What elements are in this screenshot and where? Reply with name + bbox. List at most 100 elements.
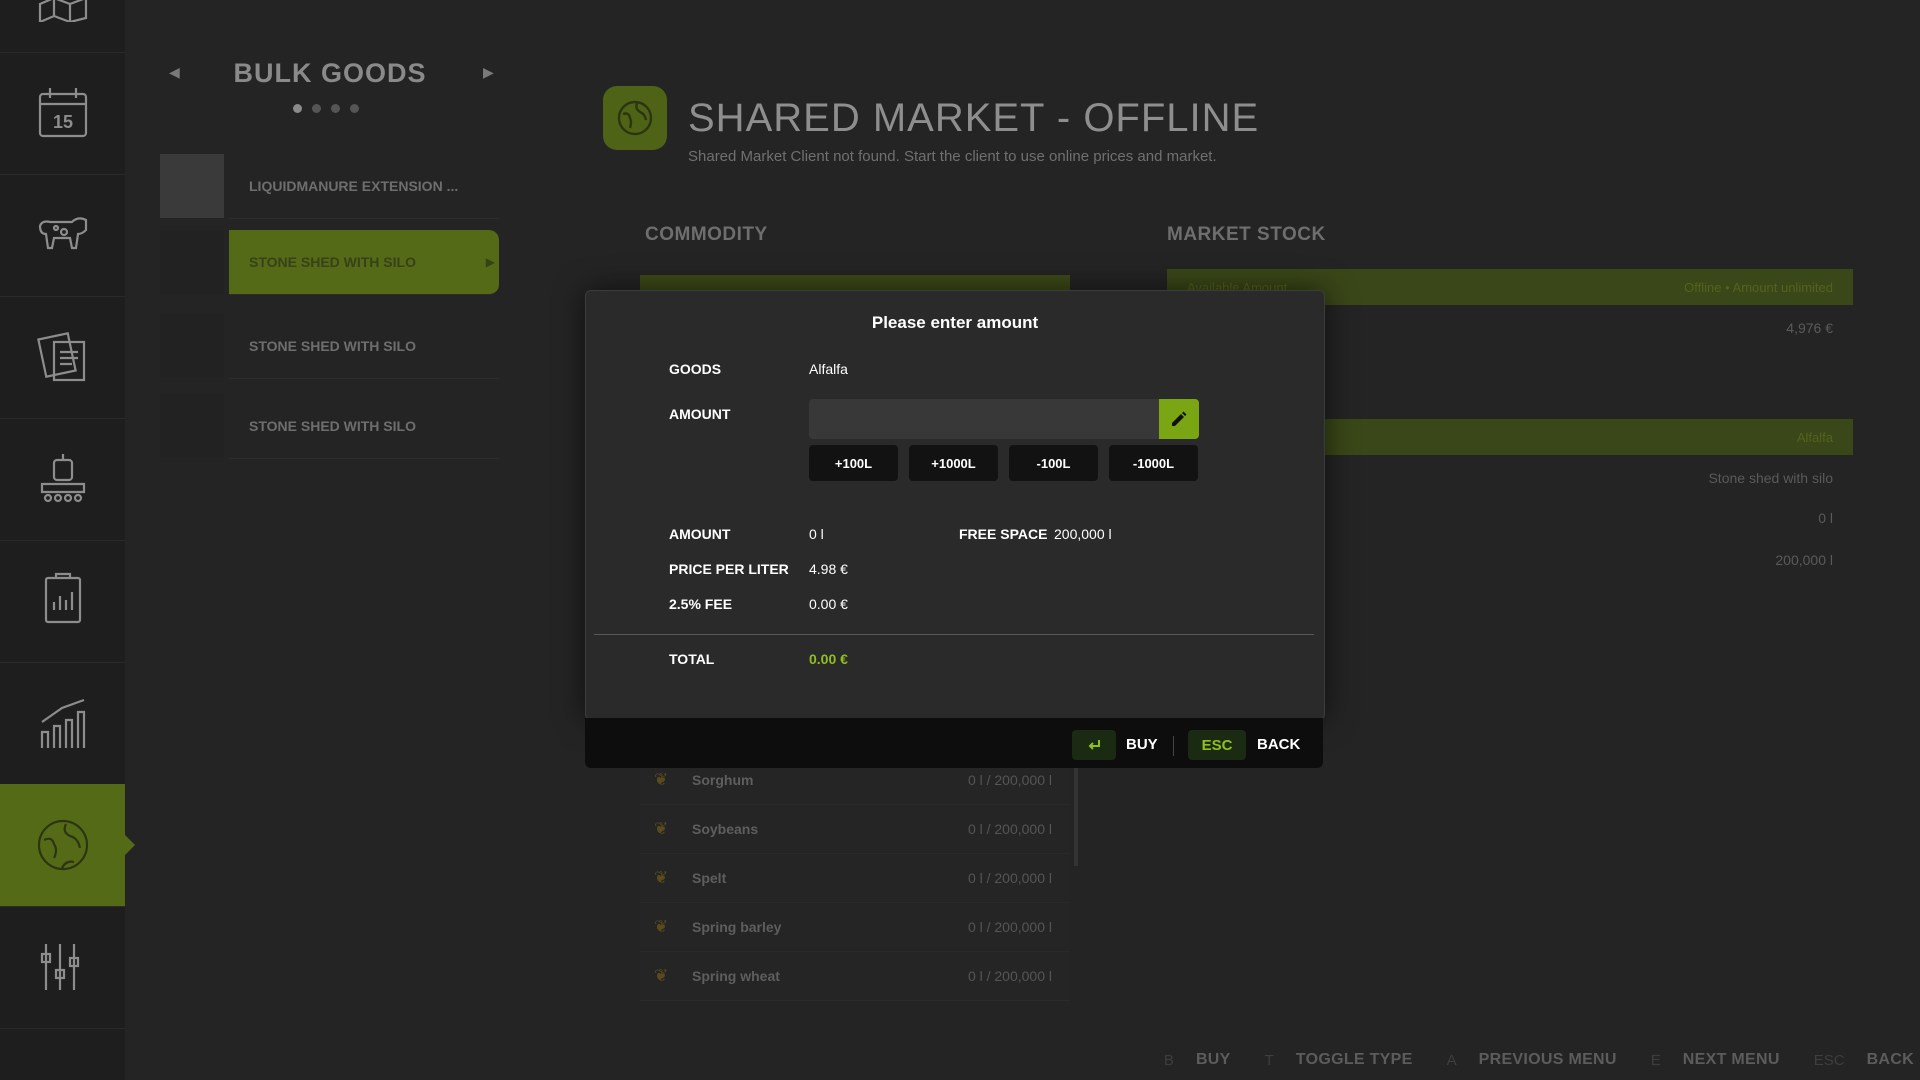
enter-key-button[interactable] xyxy=(1072,730,1116,760)
rail-item-statistics[interactable] xyxy=(0,662,125,785)
help-next-menu[interactable]: E NEXT MENU xyxy=(1651,1051,1780,1069)
help-label: BACK xyxy=(1866,1051,1914,1068)
rail-item-settings[interactable] xyxy=(0,906,125,1029)
help-label: TOGGLE TYPE xyxy=(1295,1051,1413,1068)
commodity-scrollbar[interactable] xyxy=(1074,756,1078,866)
rail-item-calendar[interactable]: 15 xyxy=(0,52,125,175)
category-item-label: STONE SHED WITH SILO xyxy=(229,314,499,379)
subtract-100-button[interactable]: -100L xyxy=(1009,445,1098,481)
help-key: B xyxy=(1163,1051,1174,1069)
help-toggle-type[interactable]: T TOGGLE TYPE xyxy=(1265,1051,1413,1069)
category-item-selected[interactable]: STONE SHED WITH SILO ▶ xyxy=(135,230,510,296)
shared-market-icon xyxy=(37,819,88,871)
production-icon xyxy=(40,454,85,503)
category-item-label: STONE SHED WITH SILO ▶ xyxy=(229,230,499,295)
commodity-row[interactable]: ❦ Soybeans 0 l / 200,000 l xyxy=(640,805,1070,854)
commodity-amount: 0 l / 200,000 l xyxy=(967,968,1052,984)
field-tracker-icon xyxy=(44,572,81,624)
settings-icon xyxy=(40,944,79,990)
commodity-row[interactable]: ❦ Spelt 0 l / 200,000 l xyxy=(640,854,1070,903)
grain-icon: ❦ xyxy=(654,868,669,887)
help-previous-menu[interactable]: A PREVIOUS MENU xyxy=(1447,1051,1617,1069)
buy-button[interactable]: BUY xyxy=(1126,730,1158,760)
page-dot[interactable] xyxy=(312,104,321,113)
category-thumbnail xyxy=(160,394,224,458)
amount-label: AMOUNT xyxy=(669,526,731,542)
commodity-amount: 0 l / 200,000 l xyxy=(967,870,1052,886)
category-item[interactable]: LIQUIDMANURE EXTENSION ... xyxy=(135,154,510,220)
free-space-value: 200,000 l xyxy=(1054,526,1112,542)
commodity-name: Spelt xyxy=(692,870,727,886)
help-back[interactable]: ESC BACK xyxy=(1814,1051,1914,1069)
page-dot[interactable] xyxy=(350,104,359,113)
category-item[interactable]: STONE SHED WITH SILO xyxy=(135,394,510,460)
commodity-name: Spring wheat xyxy=(692,968,780,984)
help-key: E xyxy=(1650,1051,1661,1069)
statistics-icon xyxy=(40,698,85,748)
price-per-liter-value: 4.98 € xyxy=(809,561,848,577)
chevron-right-icon: ▶ xyxy=(485,255,495,269)
page-dot[interactable] xyxy=(331,104,340,113)
goods-value: Alfalfa xyxy=(809,361,848,377)
page-dot[interactable] xyxy=(293,104,302,113)
grain-icon: ❦ xyxy=(654,917,669,936)
esc-key-button[interactable]: ESC xyxy=(1188,730,1246,760)
commodity-amount: 0 l / 200,000 l xyxy=(967,821,1052,837)
amount-input[interactable] xyxy=(809,399,1162,439)
commodity-row[interactable]: ❦ Spring wheat 0 l / 200,000 l xyxy=(640,952,1070,1001)
shared-market-header-icon xyxy=(603,86,667,150)
category-title: BULK GOODS xyxy=(233,58,427,88)
category-page-dots xyxy=(293,104,359,113)
free-space-label: FREE SPACE xyxy=(959,526,1048,542)
dialog-divider xyxy=(594,634,1314,635)
category-thumbnail xyxy=(160,154,224,218)
soybean-icon: ❦ xyxy=(654,819,669,838)
amount-input-label: AMOUNT xyxy=(669,406,731,422)
category-panel: ◀ BULK GOODS ▶ LIQUIDMANURE EXTENSION ..… xyxy=(135,0,510,1080)
rail-item-map[interactable] xyxy=(0,0,125,53)
pencil-icon xyxy=(1172,411,1187,426)
category-item-text: STONE SHED WITH SILO xyxy=(249,254,416,270)
market-stock-section-title: MARKET STOCK xyxy=(1167,224,1326,245)
rail-item-field-tracker[interactable] xyxy=(0,540,125,663)
rail-item-shared-market[interactable] xyxy=(0,784,135,907)
commodity-name: Soybeans xyxy=(692,821,759,837)
enter-icon xyxy=(1088,740,1100,750)
commodity-row[interactable]: ❦ Spring barley 0 l / 200,000 l xyxy=(640,903,1070,952)
commodity-amount: 0 l / 200,000 l xyxy=(967,919,1052,935)
price-per-liter-label: PRICE PER LITER xyxy=(669,561,789,577)
add-1000-button[interactable]: +1000L xyxy=(909,445,998,481)
help-label: NEXT MENU xyxy=(1682,1051,1780,1068)
help-key: ESC xyxy=(1813,1051,1845,1069)
help-buy[interactable]: B BUY xyxy=(1164,1051,1231,1069)
commodity-name: Spring barley xyxy=(692,919,782,935)
category-thumbnail xyxy=(160,314,224,378)
commodity-section-title: COMMODITY xyxy=(645,224,768,245)
category-next-arrow[interactable]: ▶ xyxy=(483,64,494,81)
commodity-list: ❦ Sorghum 0 l / 200,000 l ❦ Soybeans 0 l… xyxy=(640,756,1070,1006)
calendar-day: 15 xyxy=(52,112,72,132)
map-icon xyxy=(38,0,87,22)
rail-item-contracts[interactable] xyxy=(0,296,125,419)
footer-separator xyxy=(1173,736,1174,756)
main-menu-rail: 15 xyxy=(0,0,135,1080)
back-button[interactable]: BACK xyxy=(1257,730,1300,760)
grain-icon: ❦ xyxy=(654,966,669,985)
contracts-icon xyxy=(36,331,85,382)
add-100-button[interactable]: +100L xyxy=(809,445,898,481)
help-label: BUY xyxy=(1195,1051,1231,1068)
edit-amount-button[interactable] xyxy=(1159,399,1199,439)
category-item[interactable]: STONE SHED WITH SILO xyxy=(135,314,510,380)
category-item-label: LIQUIDMANURE EXTENSION ... xyxy=(229,154,499,219)
dialog-footer: BUY ESC BACK xyxy=(585,718,1323,768)
goods-label: GOODS xyxy=(669,361,722,377)
category-thumbnail xyxy=(160,230,224,294)
rail-item-production[interactable] xyxy=(0,418,125,541)
globe-icon xyxy=(617,100,653,136)
dialog-title: Please enter amount xyxy=(871,313,1039,332)
subtract-1000-button[interactable]: -1000L xyxy=(1109,445,1198,481)
total-label: TOTAL xyxy=(669,651,715,667)
goods-name: Alfalfa xyxy=(1796,429,1833,445)
total-value: 0.00 € xyxy=(809,651,848,667)
rail-item-animals[interactable] xyxy=(0,174,125,297)
